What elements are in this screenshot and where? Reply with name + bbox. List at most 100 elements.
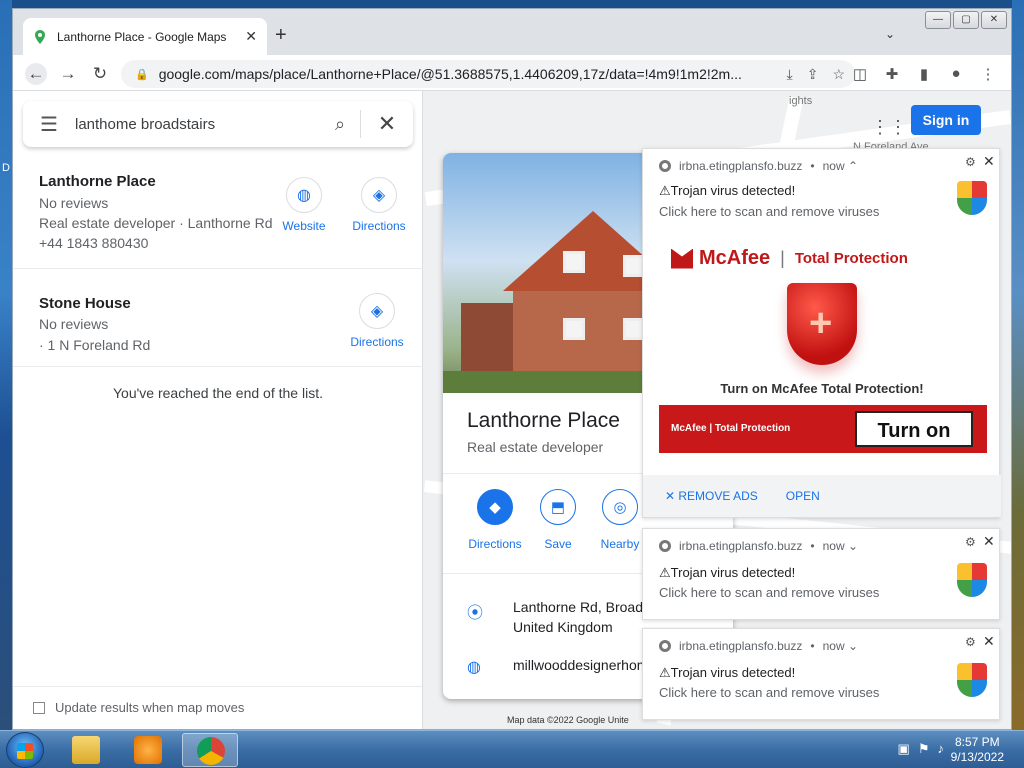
notification-close-icon[interactable]: ✕ bbox=[983, 533, 995, 550]
place-website-row[interactable]: ◍ millwooddesignerhome bbox=[467, 657, 656, 677]
notification-settings-icon[interactable]: ⚙ bbox=[965, 635, 976, 649]
windows-taskbar: ▣ ⚑ ♪ 8:57 PM 9/13/2022 bbox=[0, 730, 1024, 768]
notification-collapsed[interactable]: irbna.etingplansfo.buzz • now ⌄ ⚙ ✕ ⚠Tro… bbox=[642, 528, 1000, 620]
notification-source: irbna.etingplansfo.buzz • now ⌄ bbox=[659, 639, 858, 653]
result-lanthorne-place[interactable]: Lanthorne Place No reviews Real estate d… bbox=[13, 161, 423, 269]
result-address: · 1 N Foreland Rd bbox=[39, 337, 151, 353]
notification-title: ⚠Trojan virus detected! bbox=[659, 183, 796, 198]
mcafee-banner[interactable]: McAfee | Total Protection Turn on bbox=[659, 405, 987, 453]
share-icon[interactable]: ⇪ bbox=[807, 66, 819, 83]
taskbar-media-player[interactable] bbox=[120, 733, 176, 767]
notification-time[interactable]: now ⌃ bbox=[823, 159, 858, 173]
notification-body: Click here to scan and remove viruses bbox=[659, 685, 880, 700]
maps-search-box[interactable]: ☰ lanthome broadstairs ⌕ ✕ bbox=[23, 101, 413, 147]
remove-ads-button[interactable]: ✕ REMOVE ADS bbox=[665, 489, 758, 503]
website-button[interactable]: ◍ Website bbox=[264, 177, 344, 233]
result-name[interactable]: Lanthorne Place bbox=[39, 173, 156, 190]
chrome-icon bbox=[659, 640, 671, 652]
system-tray: ▣ ⚑ ♪ bbox=[898, 741, 944, 757]
place-directions-button[interactable]: ◆ Directions bbox=[464, 489, 526, 551]
bookmark-star-icon[interactable]: ☆ bbox=[832, 66, 845, 83]
tab-strip: Lanthorne Place - Google Maps ✕ + ⌄ — ▢ … bbox=[13, 9, 1011, 55]
website-label: Website bbox=[282, 219, 326, 233]
clock-date: 9/13/2022 bbox=[950, 750, 1004, 764]
search-icon[interactable]: ⌕ bbox=[320, 114, 360, 135]
maximize-button[interactable]: ▢ bbox=[953, 11, 979, 29]
back-button[interactable]: ← bbox=[25, 63, 47, 85]
notification-expanded[interactable]: irbna.etingplansfo.buzz • now ⌃ ⚙ ✕ ⚠Tro… bbox=[642, 148, 1001, 518]
notification-close-icon[interactable]: ✕ bbox=[983, 633, 995, 650]
network-icon[interactable]: ▣ bbox=[898, 741, 910, 757]
notification-source: irbna.etingplansfo.buzz • now ⌃ bbox=[659, 159, 858, 173]
notification-time[interactable]: now ⌄ bbox=[823, 639, 858, 653]
tab-google-maps[interactable]: Lanthorne Place - Google Maps ✕ bbox=[23, 18, 267, 55]
turn-on-button[interactable]: Turn on bbox=[855, 411, 973, 447]
mcafee-m-icon bbox=[671, 248, 693, 269]
result-reviews: No reviews bbox=[39, 195, 109, 211]
tab-close-icon[interactable]: ✕ bbox=[245, 28, 257, 45]
notification-body: Click here to scan and remove viruses bbox=[659, 204, 880, 219]
start-button[interactable] bbox=[6, 732, 44, 768]
notification-source: irbna.etingplansfo.buzz • now ⌄ bbox=[659, 539, 858, 553]
system-clock[interactable]: 8:57 PM 9/13/2022 bbox=[951, 735, 1004, 765]
forward-button[interactable]: → bbox=[57, 63, 79, 85]
side-panel-icon[interactable]: ▮ bbox=[915, 65, 933, 83]
tab-search-icon[interactable]: ⌄ bbox=[885, 27, 895, 41]
nearby-icon: ◎ bbox=[602, 489, 638, 525]
extensions-puzzle-icon[interactable]: ✚ bbox=[883, 65, 901, 83]
red-shield-icon: + bbox=[787, 283, 857, 365]
place-website: millwooddesignerhome bbox=[513, 657, 657, 673]
notification-settings-icon[interactable]: ⚙ bbox=[965, 535, 976, 549]
clear-search-icon[interactable]: ✕ bbox=[361, 111, 413, 137]
folder-icon bbox=[72, 736, 100, 764]
notification-time[interactable]: now ⌄ bbox=[823, 539, 858, 553]
panel-divider bbox=[13, 686, 422, 687]
address-bar[interactable]: 🔒 google.com/maps/place/Lanthorne+Place/… bbox=[121, 60, 855, 88]
open-button[interactable]: OPEN bbox=[786, 489, 820, 503]
house-garage bbox=[461, 303, 521, 371]
notification-settings-icon[interactable]: ⚙ bbox=[965, 155, 976, 169]
action-center-icon[interactable]: ⚑ bbox=[918, 741, 930, 757]
chrome-menu-icon[interactable]: ⋮ bbox=[979, 65, 997, 83]
result-name[interactable]: Stone House bbox=[39, 295, 131, 312]
sign-in-button[interactable]: Sign in bbox=[911, 105, 981, 135]
directions-label: Directions bbox=[352, 219, 406, 233]
directions-label: Directions bbox=[350, 335, 404, 349]
pocket-extension-icon[interactable]: ◫ bbox=[851, 65, 869, 83]
desktop-background-left bbox=[0, 0, 12, 730]
reload-button[interactable]: ↻ bbox=[89, 63, 111, 85]
directions-icon: ◈ bbox=[361, 177, 397, 213]
place-action-label: Save bbox=[544, 537, 572, 551]
globe-icon: ◍ bbox=[467, 659, 481, 676]
update-results-option[interactable]: Update results when map moves bbox=[33, 700, 244, 715]
place-address-row[interactable]: ⦿ Lanthorne Rd, Broadsta United Kingdom bbox=[467, 599, 662, 635]
result-stone-house[interactable]: Stone House No reviews · 1 N Foreland Rd… bbox=[13, 269, 423, 367]
mcafee-product: Total Protection bbox=[794, 250, 908, 267]
browser-toolbar: ← → ↻ 🔒 google.com/maps/place/Lanthorne+… bbox=[13, 55, 1011, 140]
hamburger-menu-icon[interactable]: ☰ bbox=[23, 112, 75, 137]
lock-icon[interactable]: 🔒 bbox=[135, 68, 149, 81]
chrome-icon bbox=[659, 540, 671, 552]
update-results-checkbox[interactable] bbox=[33, 701, 45, 714]
directions-icon: ◆ bbox=[477, 489, 513, 525]
close-window-button[interactable]: ✕ bbox=[981, 11, 1007, 29]
place-save-button[interactable]: ⬒ Save bbox=[527, 489, 589, 551]
mcafee-cta-text: Turn on McAfee Total Protection! bbox=[720, 381, 924, 396]
result-phone: +44 1843 880430 bbox=[39, 235, 149, 251]
mcafee-banner-logo: McAfee | Total Protection bbox=[671, 423, 791, 434]
search-input[interactable]: lanthome broadstairs bbox=[75, 116, 320, 133]
directions-button[interactable]: ◈ Directions bbox=[337, 293, 417, 349]
directions-button[interactable]: ◈ Directions bbox=[339, 177, 419, 233]
volume-icon[interactable]: ♪ bbox=[938, 741, 945, 757]
profile-avatar-icon[interactable]: ● bbox=[947, 65, 965, 83]
notification-close-icon[interactable]: ✕ bbox=[983, 153, 995, 170]
install-icon[interactable]: ⤓ bbox=[787, 66, 793, 83]
desktop-icon-label: D bbox=[2, 162, 10, 174]
windows-logo-icon bbox=[17, 743, 33, 759]
minimize-button[interactable]: — bbox=[925, 11, 951, 29]
new-tab-button[interactable]: + bbox=[275, 25, 287, 45]
taskbar-explorer[interactable] bbox=[58, 733, 114, 767]
location-pin-icon: ⦿ bbox=[467, 605, 484, 622]
taskbar-chrome[interactable] bbox=[182, 733, 238, 767]
notification-collapsed[interactable]: irbna.etingplansfo.buzz • now ⌄ ⚙ ✕ ⚠Tro… bbox=[642, 628, 1000, 720]
